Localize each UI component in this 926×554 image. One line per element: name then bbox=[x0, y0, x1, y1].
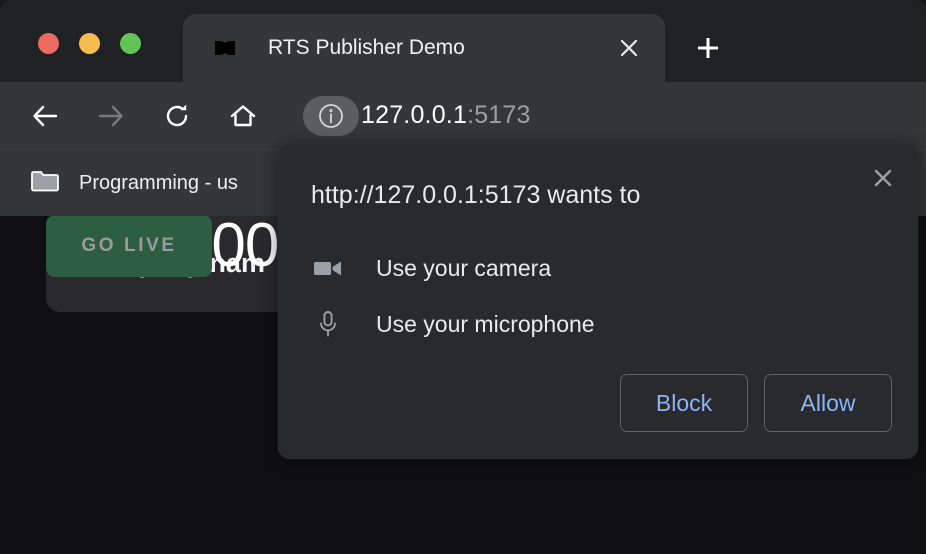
browser-window-screenshot: Company nam 00:00:00 GO LIVE RTS Publish… bbox=[0, 0, 926, 554]
reload-icon bbox=[166, 104, 188, 126]
window-close-button[interactable] bbox=[38, 33, 59, 54]
permission-list: Use your camera Use your microphone bbox=[311, 240, 871, 352]
plus-icon bbox=[698, 38, 718, 58]
go-live-button[interactable]: GO LIVE bbox=[46, 215, 212, 277]
block-button[interactable]: Block bbox=[620, 374, 748, 432]
permission-dialog: http://127.0.0.1:5173 wants to Use your … bbox=[278, 143, 918, 459]
permission-label: Use your microphone bbox=[376, 310, 595, 337]
window-minimize-button[interactable] bbox=[79, 33, 100, 54]
dialog-close-button[interactable] bbox=[862, 157, 904, 199]
home-icon bbox=[230, 104, 256, 126]
tab-strip: RTS Publisher Demo bbox=[0, 0, 926, 82]
permission-row-microphone: Use your microphone bbox=[311, 296, 871, 352]
close-icon bbox=[874, 169, 892, 187]
permission-label: Use your camera bbox=[376, 254, 552, 281]
back-button[interactable] bbox=[23, 94, 67, 138]
tab-close-icon[interactable] bbox=[609, 28, 649, 68]
dialog-actions: Block Allow bbox=[620, 374, 892, 432]
forward-arrow-icon bbox=[98, 105, 123, 126]
folder-icon bbox=[30, 168, 60, 199]
back-arrow-icon bbox=[33, 105, 58, 126]
browser-tab-active[interactable]: RTS Publisher Demo bbox=[183, 14, 665, 82]
address-bar-url: 127.0.0.1:5173 bbox=[361, 101, 531, 130]
info-circle-icon bbox=[319, 103, 343, 128]
dialog-title: http://127.0.0.1:5173 wants to bbox=[311, 181, 641, 209]
camera-icon bbox=[311, 257, 345, 279]
reload-button[interactable] bbox=[155, 94, 199, 138]
microphone-icon bbox=[311, 310, 345, 338]
bookmark-label: Programming - us bbox=[79, 171, 238, 194]
window-traffic-lights bbox=[38, 33, 141, 54]
allow-button[interactable]: Allow bbox=[764, 374, 892, 432]
site-info-button[interactable] bbox=[303, 95, 359, 136]
bookmark-item-programming[interactable]: Programming - us bbox=[24, 161, 244, 205]
window-maximize-button[interactable] bbox=[120, 33, 141, 54]
new-tab-button[interactable] bbox=[686, 26, 730, 70]
url-port: :5173 bbox=[467, 101, 531, 129]
dolby-logo-icon bbox=[212, 35, 238, 61]
permission-row-camera: Use your camera bbox=[311, 240, 871, 296]
home-button[interactable] bbox=[221, 94, 265, 138]
forward-button[interactable] bbox=[89, 94, 133, 138]
url-host: 127.0.0.1 bbox=[361, 101, 468, 129]
address-bar[interactable]: 127.0.0.1:5173 bbox=[303, 92, 926, 140]
browser-toolbar: 127.0.0.1:5173 bbox=[0, 82, 926, 149]
tab-title: RTS Publisher Demo bbox=[268, 36, 465, 59]
